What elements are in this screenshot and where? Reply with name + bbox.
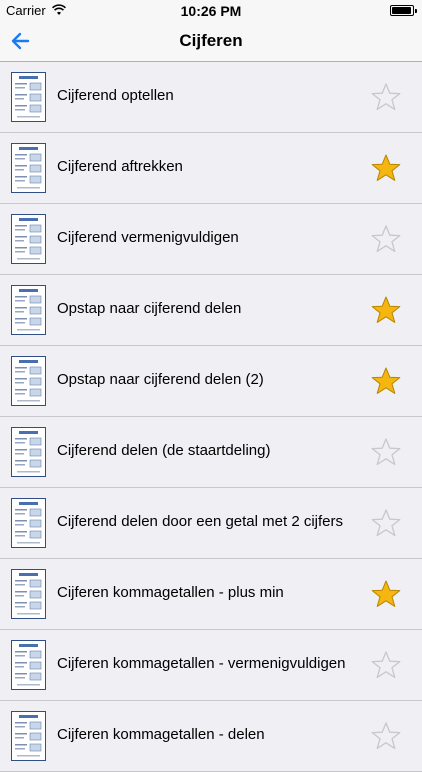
star-outline-icon[interactable] (370, 508, 402, 538)
list-item-label: Cijferend aftrekken (57, 158, 183, 175)
star-outline-icon[interactable] (370, 650, 402, 680)
list-item-label: Cijferen kommagetallen - plus min (57, 584, 284, 601)
star-outline-icon[interactable] (370, 721, 402, 751)
list-item-label: Cijferend optellen (57, 87, 174, 104)
page-title: Cijferen (179, 31, 243, 50)
list-item[interactable]: Cijferend aftrekken (0, 133, 422, 204)
list-item[interactable]: Opstap naar cijferend delen (2) (0, 346, 422, 417)
worksheet-thumbnail-icon (11, 356, 46, 406)
list-item-label: Cijferen kommagetallen - vermenigvuldige… (57, 655, 346, 672)
list-item[interactable]: Cijferend delen (de staartdeling) (0, 417, 422, 488)
list-item-label: Opstap naar cijferend delen (2) (57, 371, 264, 388)
list-item-label: Cijferend vermenigvuldigen (57, 229, 239, 246)
status-bar: Carrier 10:26 PM (0, 0, 422, 22)
worksheet-thumbnail-icon (11, 214, 46, 264)
status-time: 10:26 PM (180, 3, 242, 19)
star-filled-icon[interactable] (370, 295, 402, 325)
star-outline-icon[interactable] (370, 224, 402, 254)
list-item[interactable]: Cijferen kommagetallen - plus min (0, 559, 422, 630)
worksheet-thumbnail-icon (11, 285, 46, 335)
worksheet-thumbnail-icon (11, 72, 46, 122)
worksheet-thumbnail-icon (11, 427, 46, 477)
worksheet-thumbnail-icon (11, 711, 46, 761)
star-outline-icon[interactable] (370, 82, 402, 112)
star-filled-icon[interactable] (370, 579, 402, 609)
navigation-bar: Cijferen (0, 22, 422, 62)
battery-fill (392, 7, 411, 14)
list-item[interactable]: Cijferend optellen (0, 62, 422, 133)
worksheet-thumbnail-icon (11, 640, 46, 690)
list-item[interactable]: Cijferen kommagetallen - vermenigvuldige… (0, 630, 422, 701)
list-item[interactable]: Cijferend delen door een getal met 2 cij… (0, 488, 422, 559)
list-item-label: Cijferend delen door een getal met 2 cij… (57, 513, 343, 530)
star-filled-icon[interactable] (370, 153, 402, 183)
worksheet-list: Cijferend optellen Cijferend aftrekken Cij… (0, 62, 422, 772)
star-outline-icon[interactable] (370, 437, 402, 467)
star-filled-icon[interactable] (370, 366, 402, 396)
list-item-label: Cijferen kommagetallen - delen (57, 726, 265, 743)
list-item-label: Opstap naar cijferend delen (57, 300, 242, 317)
worksheet-thumbnail-icon (11, 569, 46, 619)
worksheet-thumbnail-icon (11, 498, 46, 548)
worksheet-thumbnail-icon (11, 143, 46, 193)
list-item[interactable]: Opstap naar cijferend delen (0, 275, 422, 346)
list-item-label: Cijferend delen (de staartdeling) (57, 442, 271, 459)
list-item[interactable]: Cijferen kommagetallen - delen (0, 701, 422, 772)
battery-icon (390, 5, 417, 16)
list-item[interactable]: Cijferend vermenigvuldigen (0, 204, 422, 275)
